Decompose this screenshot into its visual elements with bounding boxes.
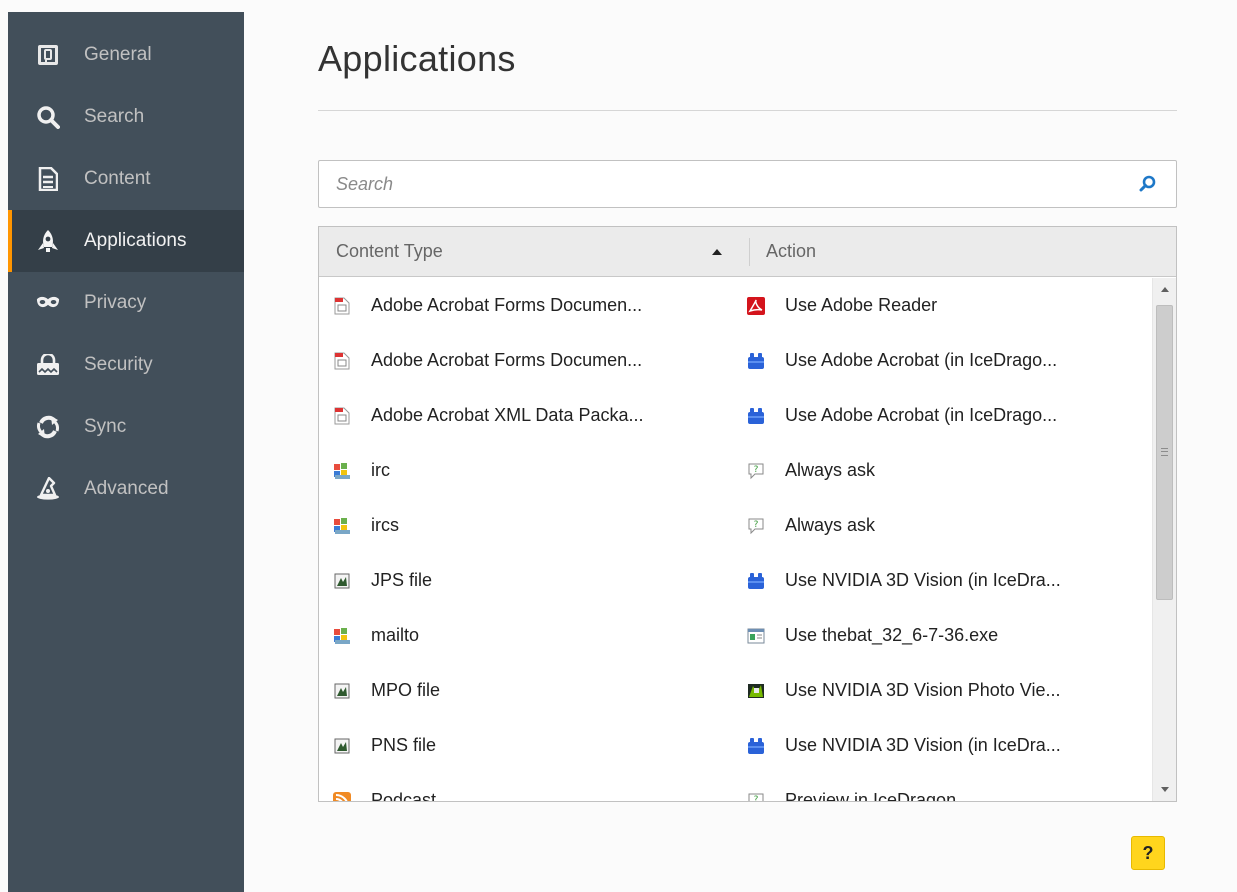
help-button[interactable]: ?: [1131, 836, 1165, 870]
svg-text:?: ?: [754, 465, 759, 475]
ask-icon: ?: [747, 792, 765, 803]
action-label: Use thebat_32_6-7-36.exe: [785, 625, 999, 645]
protocol-icon: [333, 627, 351, 645]
sidebar-item-security[interactable]: Security: [8, 334, 244, 396]
table-row[interactable]: mailto Use thebat_32_6-7-36.exe: [319, 608, 1152, 663]
search-icon: [36, 105, 60, 129]
sidebar-item-label: Applications: [84, 230, 187, 251]
page-title: Applications: [318, 38, 516, 79]
vertical-scrollbar[interactable]: [1152, 278, 1176, 801]
column-header-content-type[interactable]: Content Type: [336, 227, 736, 276]
pdf-form-icon: [333, 297, 351, 315]
scrollbar-thumb[interactable]: [1156, 305, 1173, 600]
lock-icon: [36, 353, 60, 377]
adobe-reader-icon: [747, 296, 765, 315]
table-body: Adobe Acrobat Forms Documen... Use Adobe…: [319, 278, 1152, 803]
plugin-icon: [747, 407, 765, 425]
search-box: [318, 160, 1177, 208]
svg-text:?: ?: [754, 520, 759, 530]
content-type-label: irc: [371, 460, 390, 480]
sidebar-item-label: Search: [84, 106, 145, 127]
sidebar-item-label: Sync: [84, 416, 127, 437]
sidebar-item-label: General: [84, 44, 152, 65]
plugin-icon: [747, 572, 765, 590]
action-label: Use NVIDIA 3D Vision (in IceDra...: [785, 735, 1061, 755]
table-row[interactable]: JPS file Use NVIDIA 3D Vision (in IceDra…: [319, 553, 1152, 608]
content-type-table: Content Type Action Adobe Acrobat Forms …: [318, 226, 1177, 802]
scroll-down-arrow-icon[interactable]: [1161, 787, 1169, 792]
sidebar-item-label: Privacy: [84, 292, 147, 313]
image-file-icon: [333, 737, 351, 755]
content-type-label: mailto: [371, 625, 420, 645]
table-row[interactable]: irc ? Always ask: [319, 443, 1152, 498]
sidebar: General Search Content Applications Priv…: [8, 12, 244, 892]
feed-icon: [333, 791, 351, 801]
app-window-icon: [747, 627, 765, 645]
protocol-icon: [333, 517, 351, 535]
sidebar-item-applications[interactable]: Applications: [8, 210, 244, 272]
sidebar-item-privacy[interactable]: Privacy: [8, 272, 244, 334]
table-row[interactable]: Adobe Acrobat XML Data Packa... Use Adob…: [319, 388, 1152, 443]
plugin-icon: [747, 352, 765, 370]
title-divider: [318, 110, 1177, 111]
general-icon: [36, 43, 60, 67]
rocket-icon: [36, 229, 60, 253]
table-row[interactable]: PNS file Use NVIDIA 3D Vision (in IceDra…: [319, 718, 1152, 773]
action-label: Use Adobe Acrobat (in IceDrago...: [785, 350, 1058, 370]
table-row[interactable]: Podcast ? Preview in IceDragon: [319, 773, 1152, 803]
action-label: Use Adobe Acrobat (in IceDrago...: [785, 405, 1058, 425]
sidebar-item-label: Advanced: [84, 478, 169, 499]
grip-icon: [1161, 448, 1168, 456]
action-label: Use Adobe Reader: [785, 295, 938, 315]
action-label: Always ask: [785, 460, 876, 480]
content-type-label: Adobe Acrobat Forms Documen...: [371, 350, 643, 370]
search-icon[interactable]: [1138, 174, 1158, 194]
svg-text:?: ?: [754, 795, 759, 803]
action-label: Preview in IceDragon: [785, 790, 957, 802]
ask-icon: ?: [747, 462, 765, 480]
pdf-form-icon: [333, 407, 351, 425]
sidebar-item-label: Content: [84, 168, 151, 189]
content-type-label: Podcast: [371, 790, 437, 802]
nvidia-viewer-icon: [747, 682, 765, 700]
content-type-label: PNS file: [371, 735, 437, 755]
table-row[interactable]: ircs ? Always ask: [319, 498, 1152, 553]
scroll-up-arrow-icon[interactable]: [1161, 287, 1169, 292]
mask-icon: [36, 291, 60, 315]
sort-ascending-icon: [712, 249, 722, 255]
column-header-action[interactable]: Action: [766, 227, 1146, 276]
image-file-icon: [333, 682, 351, 700]
sidebar-item-general[interactable]: General: [8, 24, 244, 86]
action-label: Use NVIDIA 3D Vision Photo Vie...: [785, 680, 1061, 700]
sidebar-item-advanced[interactable]: Advanced: [8, 458, 244, 520]
protocol-icon: [333, 462, 351, 480]
content-type-label: Adobe Acrobat Forms Documen...: [371, 295, 643, 315]
content-type-label: ircs: [371, 515, 399, 535]
sidebar-item-search[interactable]: Search: [8, 86, 244, 148]
sync-icon: [36, 415, 60, 439]
sidebar-item-content[interactable]: Content: [8, 148, 244, 210]
content-icon: [36, 167, 60, 191]
table-header: Content Type Action: [319, 227, 1176, 277]
content-type-label: JPS file: [371, 570, 433, 590]
search-input[interactable]: [319, 161, 1119, 207]
image-file-icon: [333, 572, 351, 590]
ask-icon: ?: [747, 517, 765, 535]
sidebar-item-sync[interactable]: Sync: [8, 396, 244, 458]
content-type-label: Adobe Acrobat XML Data Packa...: [371, 405, 644, 425]
plugin-icon: [747, 737, 765, 755]
table-row[interactable]: Adobe Acrobat Forms Documen... Use Adobe…: [319, 278, 1152, 333]
pdf-form-icon: [333, 352, 351, 370]
sidebar-item-label: Security: [84, 354, 153, 375]
content-type-label: MPO file: [371, 680, 441, 700]
action-label: Use NVIDIA 3D Vision (in IceDra...: [785, 570, 1061, 590]
table-row[interactable]: MPO file Use NVIDIA 3D Vision Photo Vie.…: [319, 663, 1152, 718]
wizard-hat-icon: [36, 477, 60, 501]
action-label: Always ask: [785, 515, 876, 535]
table-row[interactable]: Adobe Acrobat Forms Documen... Use Adobe…: [319, 333, 1152, 388]
column-resize-handle[interactable]: [749, 238, 750, 266]
